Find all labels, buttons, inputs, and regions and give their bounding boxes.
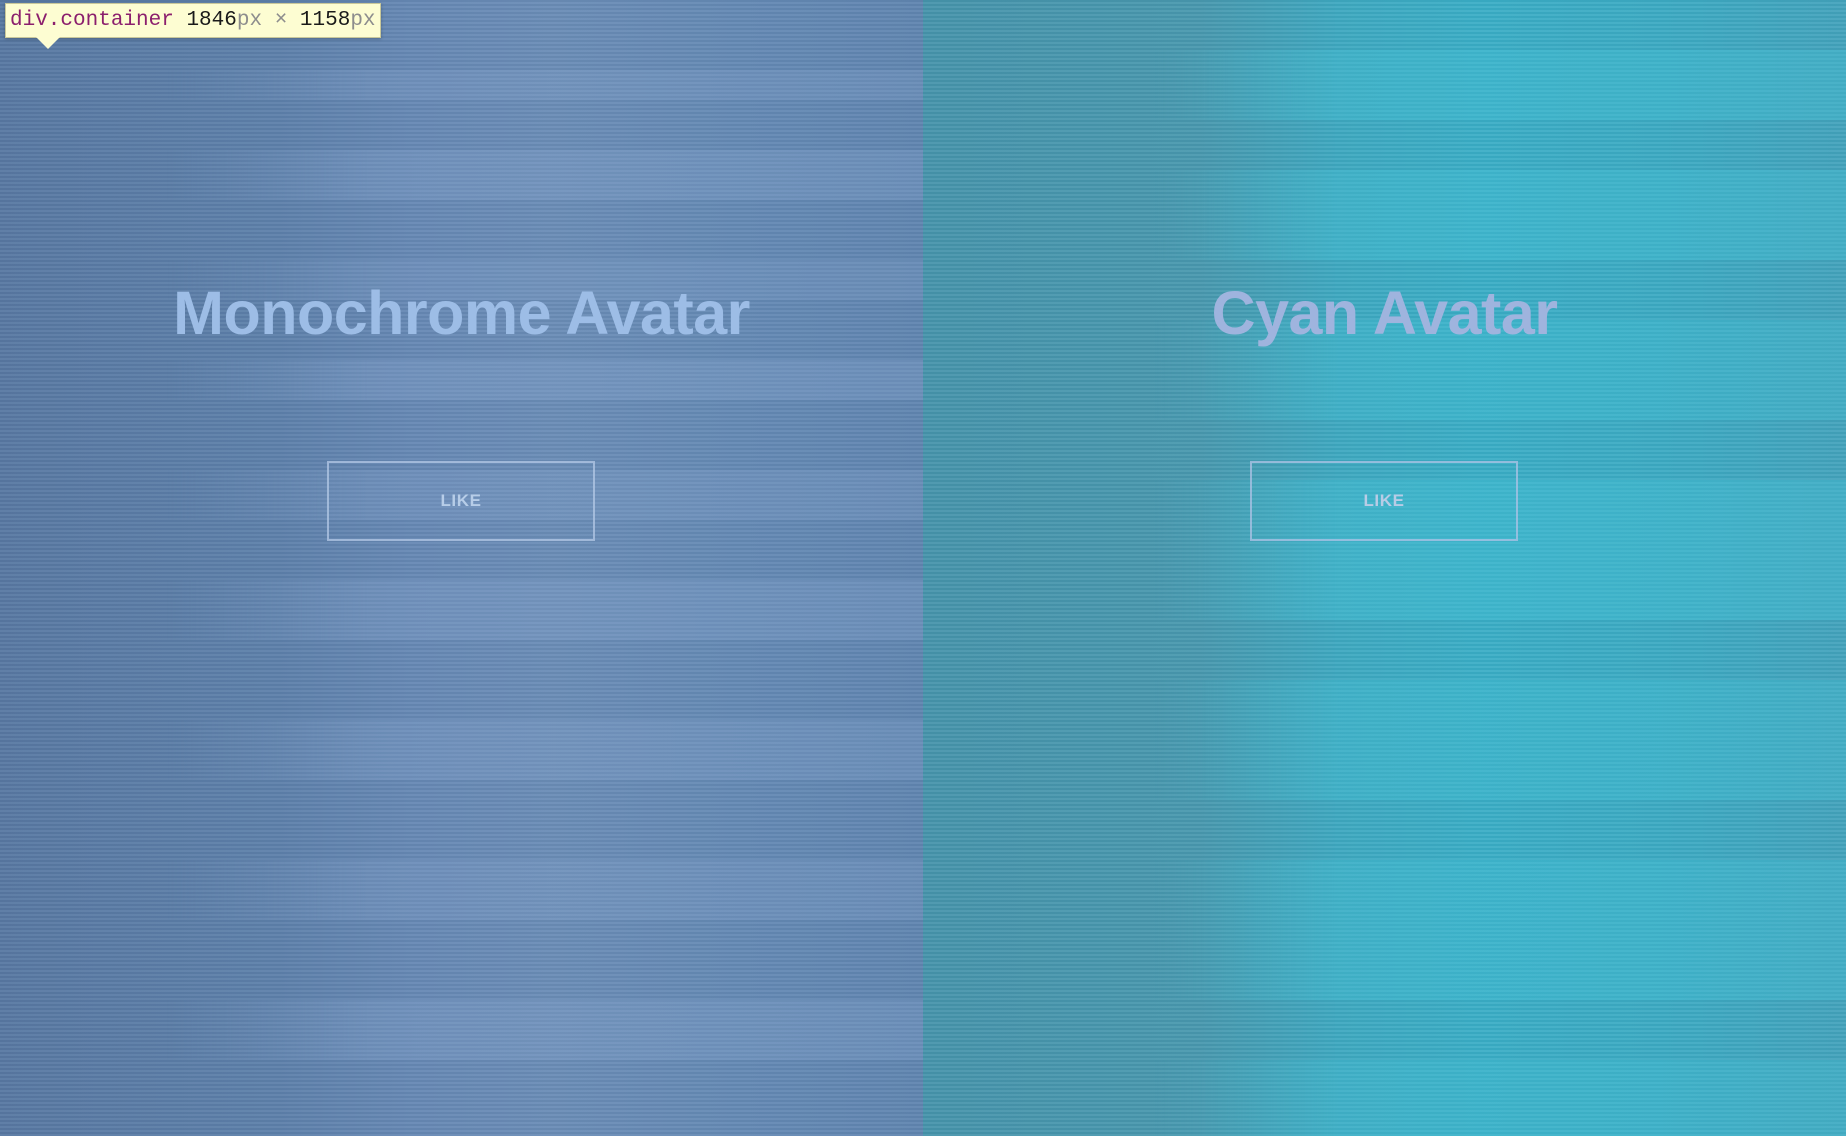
- devtools-element-tooltip: div.container 1846px × 1158px: [5, 3, 381, 38]
- panel-title: Cyan Avatar: [1211, 279, 1558, 347]
- glitch-background: [0, 0, 923, 1136]
- panel-title: Monochrome Avatar: [173, 279, 750, 347]
- tooltip-height: 1158: [299, 9, 351, 32]
- tooltip-arrow: [36, 37, 60, 49]
- like-button[interactable]: LIKE: [1250, 461, 1518, 541]
- tooltip-selector: div.container: [10, 9, 174, 32]
- glitch-background: [923, 0, 1846, 1136]
- tooltip-width: 1846: [186, 9, 237, 32]
- cyan-avatar-panel: Cyan Avatar LIKE: [923, 0, 1846, 1136]
- monochrome-avatar-panel: Monochrome Avatar LIKE: [0, 0, 923, 1136]
- tooltip-width-unit: px: [236, 9, 263, 32]
- glitch-bands: [0, 0, 923, 1136]
- container: Monochrome Avatar LIKE Cyan Avatar LIKE …: [0, 0, 1846, 1136]
- tooltip-height-unit: px: [350, 9, 376, 32]
- like-button[interactable]: LIKE: [327, 461, 595, 541]
- tooltip-times: ×: [274, 9, 288, 32]
- glitch-bands: [923, 0, 1846, 1136]
